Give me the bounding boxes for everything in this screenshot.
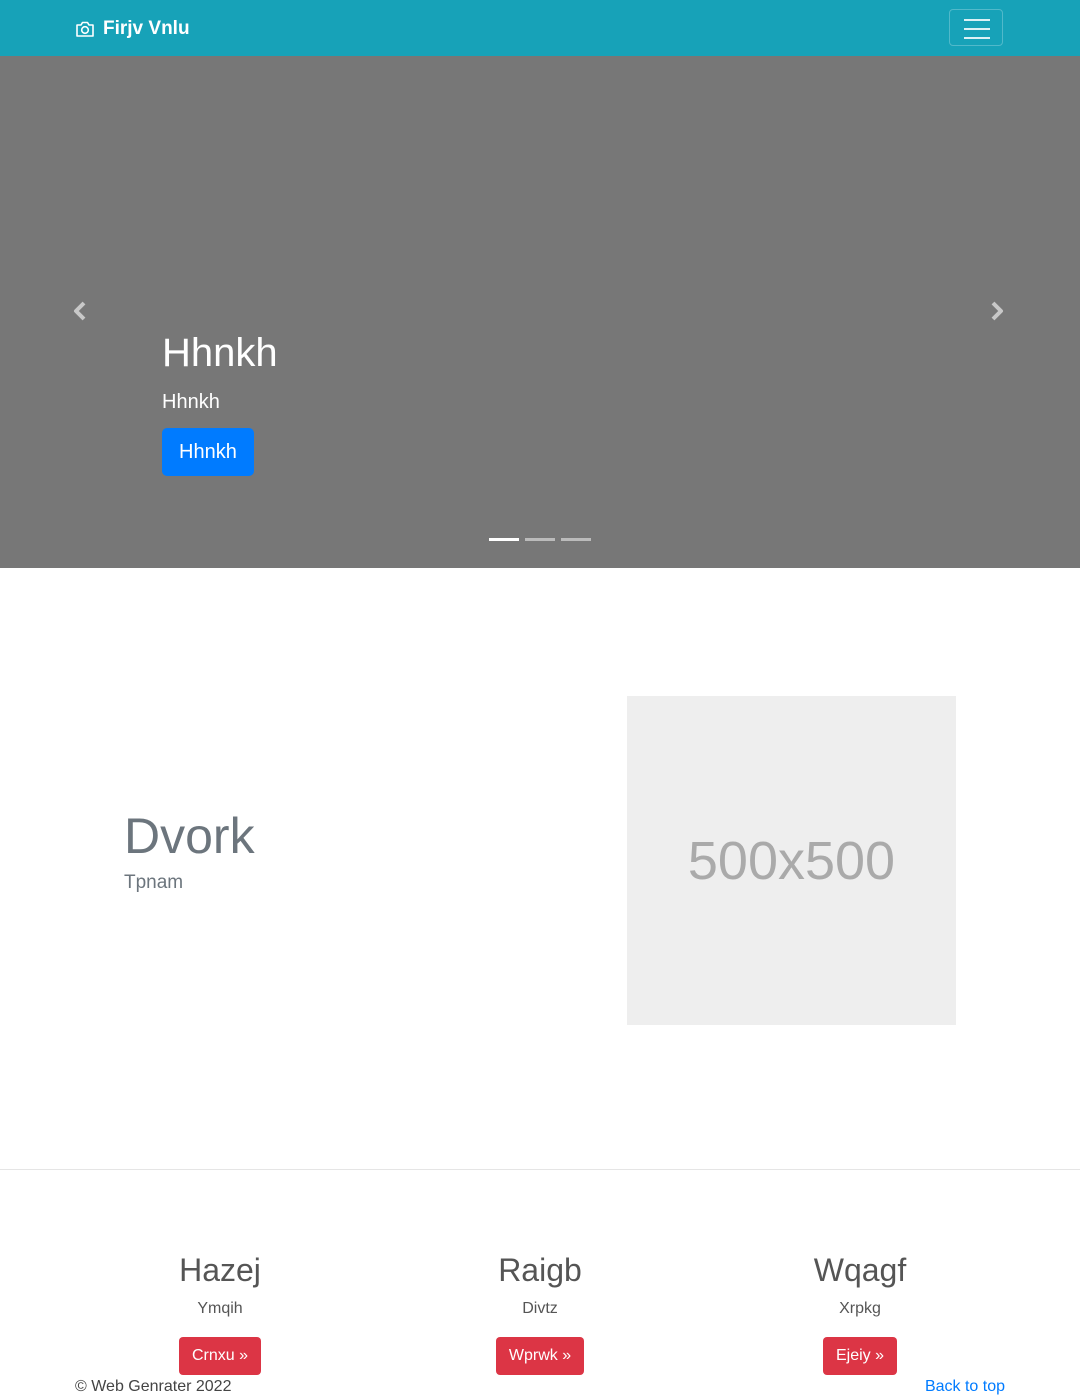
column-text: Xrpkg — [839, 1300, 881, 1318]
back-to-top-link[interactable]: Back to top — [925, 1378, 1005, 1396]
brand-link[interactable]: Firjv Vnlu — [75, 15, 190, 43]
column-button[interactable]: Crnxu » — [178, 1337, 262, 1376]
footer-copyright: © Web Genrater 2022 — [75, 1378, 232, 1395]
feature-heading: Dvork — [124, 808, 255, 864]
section-divider — [0, 1169, 1080, 1170]
hamburger-menu-icon — [964, 19, 990, 39]
hero-carousel: Hhnkh Hhnkh Hhnkh — [0, 56, 1080, 568]
feature-lead: Tpnam — [124, 872, 184, 893]
carousel-heading: Hhnkh — [162, 331, 278, 375]
column-heading: Hazej — [179, 1252, 261, 1288]
carousel-indicator-3[interactable] — [561, 538, 591, 541]
column-button[interactable]: Ejeiy » — [822, 1337, 898, 1376]
column-2: Raigb Divtz Wprwk » — [380, 1251, 700, 1376]
placeholder-label: 500x500 — [687, 830, 896, 891]
carousel-next-button[interactable] — [943, 56, 1053, 568]
brand-name: Firjv Vnlu — [103, 18, 190, 39]
carousel-indicator-1[interactable] — [489, 538, 519, 541]
column-heading: Raigb — [498, 1252, 582, 1288]
column-text: Ymqih — [197, 1300, 243, 1318]
carousel-text: Hhnkh — [162, 391, 220, 413]
camera-icon — [75, 20, 95, 38]
column-button[interactable]: Wprwk » — [495, 1337, 585, 1376]
carousel-prev-button[interactable] — [30, 56, 140, 568]
chevron-right-icon — [991, 301, 1003, 321]
carousel-indicator-2[interactable] — [525, 538, 555, 541]
column-1: Hazej Ymqih Crnxu » — [60, 1251, 380, 1376]
navbar-toggler-button[interactable] — [949, 9, 1003, 46]
column-3: Wqagf Xrpkg Ejeiy » — [700, 1251, 1020, 1376]
carousel-caption: Hhnkh Hhnkh Hhnkh — [162, 329, 278, 476]
carousel-indicators — [489, 538, 591, 541]
navbar: Firjv Vnlu — [0, 0, 1080, 56]
feature-image-placeholder: 500x500 — [627, 696, 956, 1025]
column-text: Divtz — [522, 1300, 558, 1318]
column-heading: Wqagf — [813, 1252, 907, 1288]
chevron-left-icon — [74, 301, 86, 321]
carousel-cta-button[interactable]: Hhnkh — [162, 428, 254, 476]
